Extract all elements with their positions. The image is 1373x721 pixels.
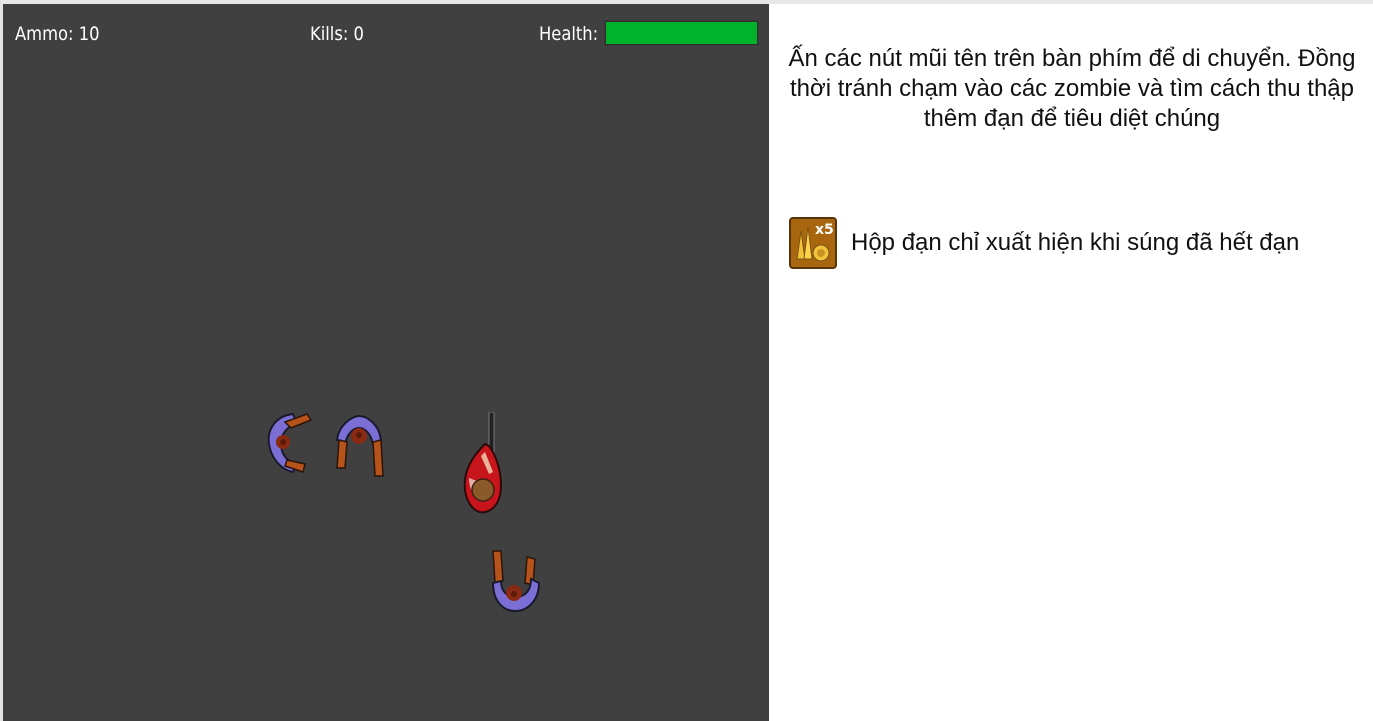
- health-bar-fill: [606, 22, 757, 44]
- ammo-counter: Ammo: 10: [15, 23, 100, 45]
- instructions-text: Ấn các nút mũi tên trên bàn phím để di c…: [788, 45, 1356, 132]
- player-sprite: [463, 412, 503, 514]
- ammo-hint-text: Hộp đạn chỉ xuất hiện khi súng đã hết đạ…: [851, 229, 1300, 256]
- zombie-sprite: [491, 550, 541, 613]
- zombie-sprite: [267, 412, 313, 474]
- instructions-panel: Ấn các nút mũi tên trên bàn phím để di c…: [769, 4, 1373, 721]
- health-bar: [604, 20, 759, 46]
- ammo-box-hint: x5 Hộp đạn chỉ xuất hiện khi súng đã hết…: [789, 217, 1299, 269]
- game-canvas[interactable]: Ammo: 10 Kills: 0 Health:: [3, 4, 769, 721]
- zombie-sprite: [335, 414, 384, 477]
- health-label: Health:: [539, 23, 599, 45]
- kills-counter: Kills: 0: [310, 23, 364, 45]
- ammo-box-icon-label: x5: [815, 222, 834, 238]
- ammo-box-icon: x5: [789, 217, 837, 269]
